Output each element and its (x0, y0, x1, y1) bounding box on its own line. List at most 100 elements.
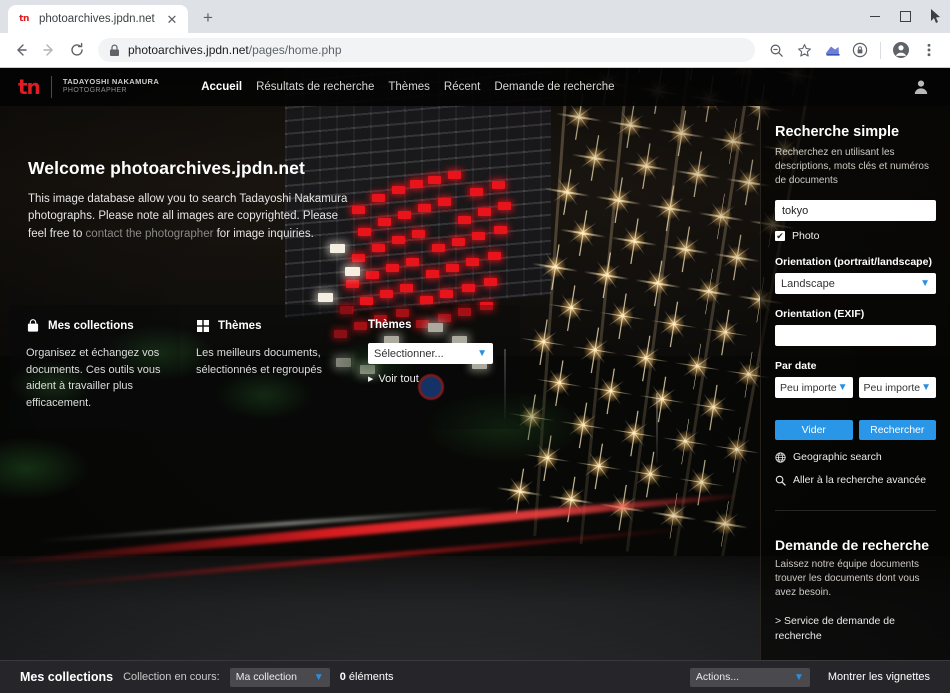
browser-tab[interactable]: tn photoarchives.jpdn.net ✕ (8, 5, 188, 33)
profile-avatar-icon[interactable] (888, 37, 914, 63)
tab-close-icon[interactable]: ✕ (164, 11, 180, 27)
window-minimize-button[interactable] (860, 0, 890, 33)
page-title: Welcome photoarchives.jpdn.net (28, 158, 305, 178)
nav-item-4[interactable]: Demande de recherche (494, 81, 614, 93)
exif-label: Orientation (EXIF) (775, 308, 865, 321)
card-body: Organisez et échangez vos documents. Ces… (26, 347, 161, 409)
voir-tout-label: Voir tout (378, 373, 419, 385)
geographic-search-link[interactable]: Geographic search (775, 451, 936, 463)
themes-select-value: Sélectionner... (374, 347, 444, 360)
advanced-search-link[interactable]: Aller à la recherche avancée (775, 474, 936, 486)
collections-bottom-bar: Mes collections Collection en cours: Ma … (0, 660, 950, 693)
bottom-bar-title: Mes collections (20, 670, 114, 684)
window-close-button[interactable] (920, 0, 950, 33)
card-header: Thèmes (196, 319, 336, 333)
search-panel-title: Recherche simple (775, 124, 900, 140)
tab-strip: tn photoarchives.jpdn.net ✕ + (0, 0, 950, 33)
card-title: Thèmes (218, 320, 262, 332)
basket-icon (27, 319, 39, 332)
show-thumbnails-link[interactable]: Montrer les vignettes (828, 671, 930, 683)
actions-select-value: Actions... (695, 671, 740, 683)
clear-button[interactable]: Vider (775, 420, 853, 441)
mouse-cursor-icon (930, 9, 940, 23)
search-sidebar: Recherche simple Recherchez en utilisant… (760, 106, 950, 693)
exif-input[interactable] (775, 325, 936, 347)
zoom-out-icon[interactable] (763, 37, 789, 63)
kebab-menu-icon[interactable] (916, 37, 942, 63)
feature-cards: Mes collections Organisez et échangez vo… (10, 305, 520, 429)
card-header: Thèmes (368, 319, 504, 331)
date-to-value: Peu importe (863, 381, 921, 394)
main-navigation: Accueil Résultats de recherche Thèmes Récen… (201, 81, 614, 93)
orientation-select[interactable]: Landscape ▼ (775, 273, 936, 295)
card-mes-collections[interactable]: Mes collections Organisez et échangez vo… (10, 305, 180, 429)
request-section-title: Demande de recherche (775, 537, 930, 554)
back-arrow-icon[interactable] (8, 37, 34, 63)
logo-text: TADAYOSHI NAKAMURA PHOTOGRAPHER (63, 78, 159, 95)
orientation-value: Landscape (781, 277, 835, 290)
welcome-block: Welcome photoarchives.jpdn.net This imag… (28, 158, 358, 243)
current-collection-label: Collection en cours: (123, 671, 220, 683)
address-bar-text: photoarchives.jpdn.net/pages/home.php (128, 43, 342, 57)
actions-select[interactable]: Actions... ▼ (689, 667, 810, 687)
card-themes-info[interactable]: Thèmes Les meilleurs documents, sélectio… (180, 305, 352, 429)
themes-select[interactable]: Sélectionner... ▼ (368, 343, 493, 364)
reload-icon[interactable] (64, 37, 90, 63)
request-service-link[interactable]: > Service de demande de recherche (775, 614, 936, 644)
star-icon[interactable] (791, 37, 817, 63)
contact-photographer-link[interactable]: contact the photographer (86, 228, 214, 240)
nav-item-1[interactable]: Résultats de recherche (256, 81, 374, 93)
search-panel-subtitle: Recherchez en utilisant les descriptions… (775, 147, 929, 186)
toolbar-icons (763, 37, 942, 63)
photo-checkbox-label: Photo (792, 230, 820, 243)
nav-item-2[interactable]: Thèmes (388, 81, 430, 93)
search-keyword-input[interactable]: tokyo (775, 200, 936, 222)
advanced-search-label: Aller à la recherche avancée (793, 474, 927, 487)
photo-checkbox-row[interactable]: ✔ Photo (775, 230, 936, 242)
forward-arrow-icon[interactable] (36, 37, 62, 63)
sidebar-divider (775, 510, 936, 512)
element-count: 0 éléments (340, 671, 394, 683)
collection-select-value: Ma collection (235, 671, 297, 683)
date-from-select[interactable]: Peu importe ▼ (775, 377, 853, 399)
magnifier-icon (775, 475, 786, 486)
card-title: Mes collections (48, 320, 134, 332)
search-button[interactable]: Rechercher (858, 420, 936, 441)
geographic-search-label: Geographic search (793, 451, 882, 464)
date-range-row: Peu importe ▼ Peu importe ▼ (775, 377, 936, 399)
chevron-down-icon: ▼ (921, 382, 931, 394)
address-bar[interactable]: photoarchives.jpdn.net/pages/home.php (98, 38, 755, 62)
voir-tout-link[interactable]: ▶ Voir tout (368, 373, 504, 385)
card-themes-selector: Thèmes Sélectionner... ▼ ▶ Voir tout (352, 305, 520, 429)
nav-item-3[interactable]: Récent (444, 81, 480, 93)
request-section-body: Laissez notre équipe documents trouver l… (775, 559, 920, 598)
photo-checkbox[interactable]: ✔ (775, 231, 785, 242)
collection-select[interactable]: Ma collection ▼ (229, 667, 330, 687)
chevron-down-icon: ▼ (793, 671, 804, 683)
extension-icon[interactable] (819, 37, 845, 63)
favicon-tn-icon: tn (19, 14, 29, 24)
window-maximize-button[interactable] (890, 0, 920, 33)
browser-toolbar: photoarchives.jpdn.net/pages/home.php (0, 33, 950, 68)
logo-line-2: PHOTOGRAPHER (62, 87, 127, 95)
logo-mark[interactable]: tn (18, 75, 41, 99)
user-account-icon[interactable] (910, 76, 932, 98)
welcome-text-2: for image inquiries. (213, 227, 314, 240)
card-body: Les meilleurs documents, sélectionnés et… (196, 347, 322, 376)
new-tab-button[interactable]: + (194, 4, 222, 32)
chevron-down-icon: ▼ (920, 278, 930, 290)
element-count-label: éléments (345, 671, 394, 683)
nav-item-0[interactable]: Accueil (201, 81, 242, 93)
logo-line-1: TADAYOSHI NAKAMURA (62, 77, 160, 87)
toolbar-divider (880, 41, 881, 59)
tab-title: photoarchives.jpdn.net (39, 13, 155, 25)
shield-lock-icon[interactable] (847, 37, 873, 63)
lock-icon (110, 44, 119, 56)
date-to-select[interactable]: Peu importe ▼ (858, 377, 936, 399)
card-title: Thèmes (368, 319, 412, 331)
globe-icon (775, 452, 786, 463)
search-keyword-value: tokyo (782, 204, 809, 217)
date-label: Par date (775, 360, 817, 373)
window-controls (860, 0, 950, 33)
chevron-down-icon: ▼ (837, 382, 848, 394)
